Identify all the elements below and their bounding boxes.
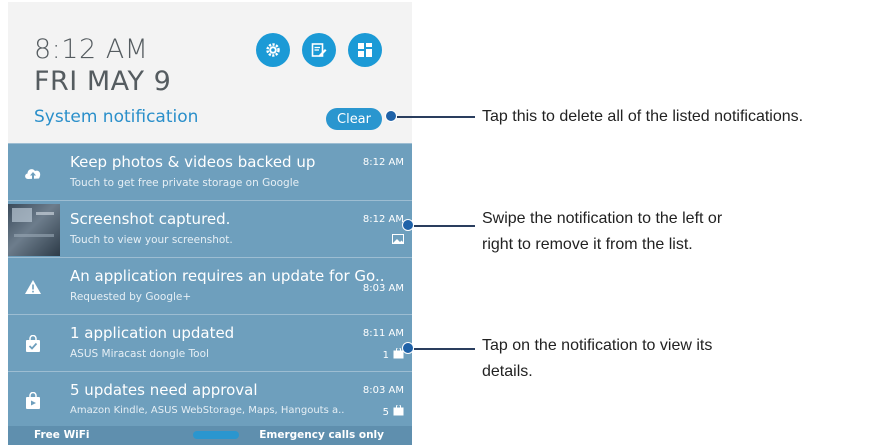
callout-clear: Tap this to delete all of the listed not… [482,108,804,125]
callout-tap-line1: Tap on the notification to view its [482,337,713,354]
drag-handle[interactable] [193,431,239,439]
clear-button[interactable]: Clear [326,108,382,130]
notification-title: 1 application updated [70,324,235,342]
callout-marker [402,342,414,354]
callout-line [414,225,475,227]
notification-item[interactable]: 5 updates need approval Amazon Kindle, A… [8,371,412,428]
notification-item[interactable]: An application requires an update for Go… [8,257,412,314]
bottom-status-bar: Free WiFi Emergency calls only [8,426,412,445]
store-icon [393,404,404,419]
wifi-label: Free WiFi [34,429,90,441]
callout-tap-line2: details. [482,363,533,380]
notification-title: An application requires an update for Go… [70,267,385,285]
callout-swipe-line1: Swipe the notification to the left or [482,210,723,227]
callout-line [397,116,475,118]
notification-item[interactable]: 1 application updated ASUS Miracast dong… [8,314,412,371]
settings-icon[interactable] [256,33,290,67]
clock-time: 8:12 AM [34,34,149,65]
notification-item[interactable]: Screenshot captured. Touch to view your … [8,200,412,257]
notification-time: 8:12 AM [362,214,404,225]
panel-header: 8:12 AM FRI MAY 9 System notification Cl… [8,2,412,143]
notification-item[interactable]: Keep photos & videos backed up Touch to … [8,143,412,200]
notification-time: 8:03 AM [362,385,404,396]
notification-subtitle: Amazon Kindle, ASUS WebStorage, Maps, Ha… [70,405,345,416]
image-icon [392,234,404,244]
callout-swipe-line2: right to remove it from the list. [482,236,693,253]
screenshot-thumbnail [8,204,60,256]
notification-panel: 8:12 AM FRI MAY 9 System notification Cl… [8,2,412,445]
notification-time: 8:03 AM [362,283,404,294]
clock-date: FRI MAY 9 [34,66,172,97]
callout-marker [402,219,414,231]
notification-count: 1 [382,349,389,361]
warning-icon [22,276,44,298]
notification-time: 8:11 AM [362,328,404,339]
notification-subtitle: Touch to view your screenshot. [70,234,233,246]
notification-subtitle: Touch to get free private storage on Goo… [70,177,300,189]
notification-title: Screenshot captured. [70,210,231,228]
grid-icon[interactable] [348,33,382,67]
notification-subtitle: ASUS Miracast dongle Tool [70,348,209,360]
callout-marker [385,110,397,122]
notification-title: 5 updates need approval [70,381,258,399]
notification-time: 8:12 AM [362,157,404,168]
cloud-upload-icon [22,162,44,184]
callout-line [414,348,475,350]
edit-icon[interactable] [302,33,336,67]
notification-count: 5 [382,406,389,418]
store-check-icon [22,333,44,355]
store-update-icon [22,390,44,412]
notification-subtitle: Requested by Google+ [70,291,192,303]
notification-title: Keep photos & videos backed up [70,153,316,171]
system-notification-label: System notification [34,107,199,127]
emergency-label: Emergency calls only [259,429,384,441]
